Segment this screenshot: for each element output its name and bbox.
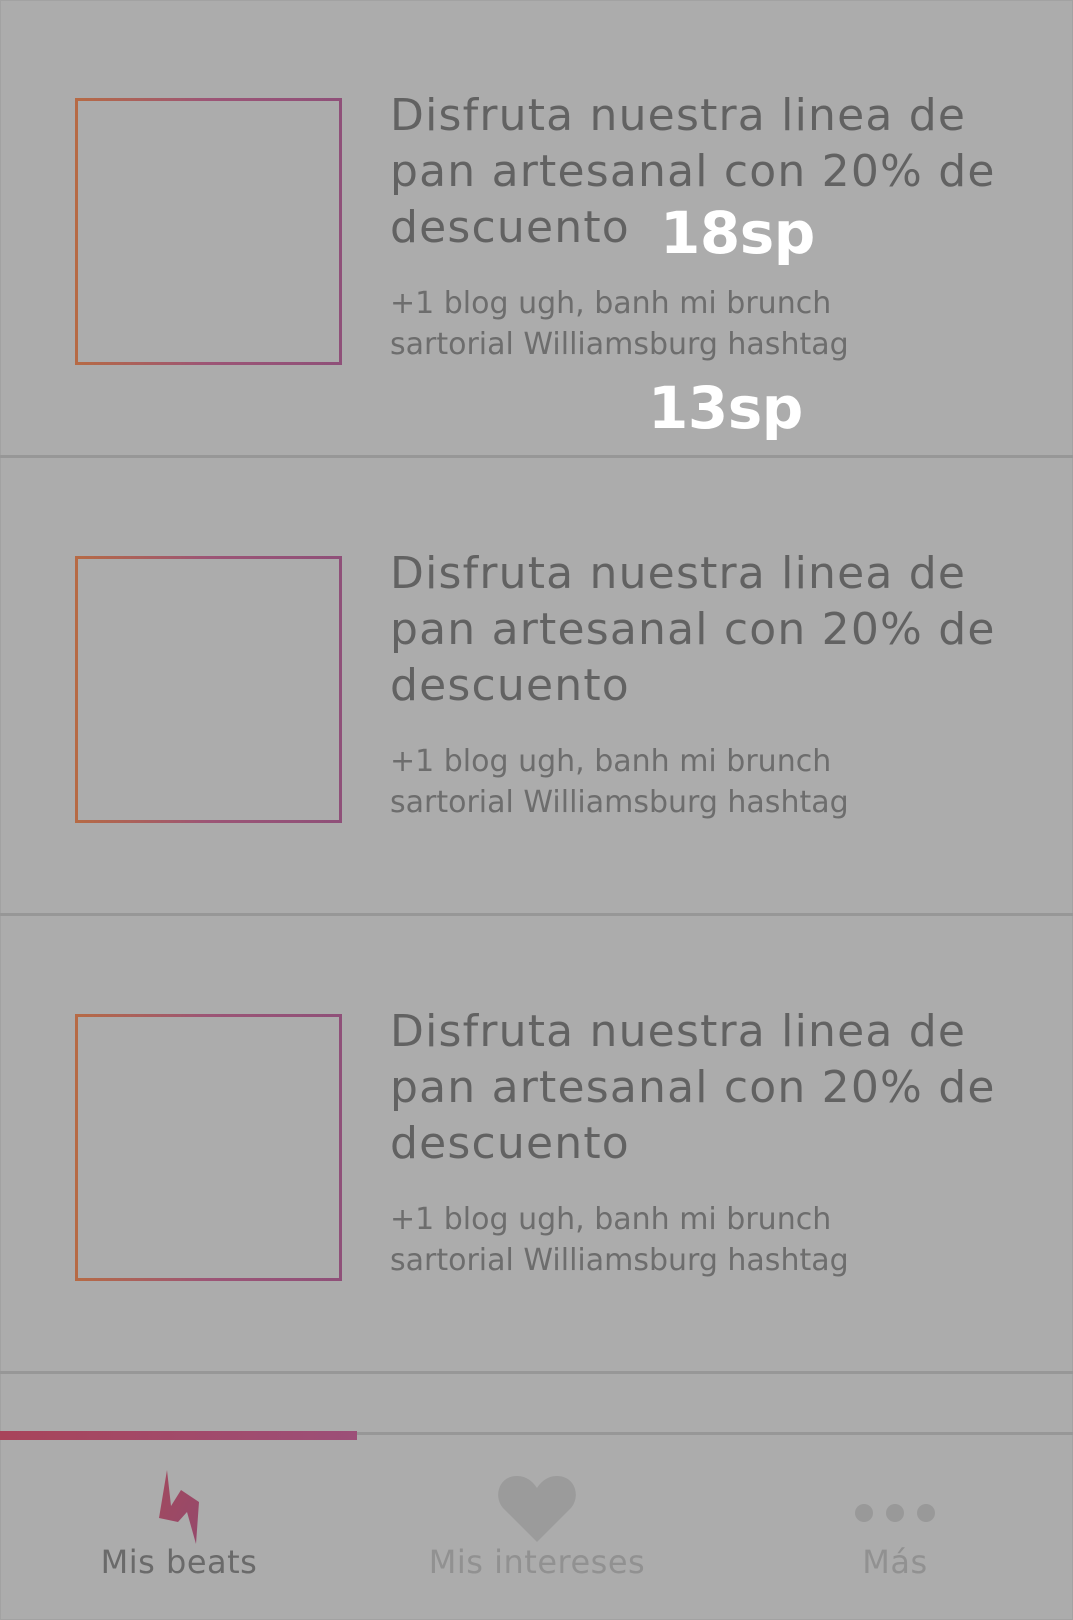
tab-label: Más <box>862 1543 928 1581</box>
tab-mis-intereses[interactable]: Mis intereses <box>358 1440 716 1620</box>
heart-icon <box>497 1474 577 1546</box>
offer-card[interactable]: Disfruta nuestra linea de pan artesanal … <box>0 458 1073 916</box>
tab-label: Mis beats <box>100 1543 258 1581</box>
offer-description: +1 blog ugh, banh mi brunch sartorial Wi… <box>390 1202 849 1278</box>
more-dots-icon <box>853 1502 937 1528</box>
description-size-annotation: 13sp <box>648 374 803 442</box>
lightning-icon <box>157 1470 201 1548</box>
card-divider <box>0 1371 1073 1374</box>
bottom-tab-bar: Mis beats Mis intereses Más <box>0 1440 1073 1620</box>
offer-thumbnail <box>75 98 342 365</box>
offer-thumbnail <box>75 556 342 823</box>
offer-title: Disfruta nuestra linea de pan artesanal … <box>390 1006 996 1169</box>
tab-label: Mis intereses <box>428 1543 646 1581</box>
offer-card[interactable]: Disfruta nuestra linea de pan artesanal … <box>0 916 1073 1374</box>
offer-card[interactable]: Disfruta nuestra linea de pan artesanal … <box>0 0 1073 458</box>
offer-title: Disfruta nuestra linea de pan artesanal … <box>390 548 996 711</box>
offer-description: +1 blog ugh, banh mi brunch sartorial Wi… <box>390 286 849 362</box>
tab-mas[interactable]: Más <box>716 1440 1073 1620</box>
offer-thumbnail <box>75 1014 342 1281</box>
title-size-annotation: 18sp <box>660 199 815 267</box>
offer-description: +1 blog ugh, banh mi brunch sartorial Wi… <box>390 744 849 820</box>
tab-indicator <box>0 1431 357 1440</box>
tab-mis-beats[interactable]: Mis beats <box>0 1440 358 1620</box>
